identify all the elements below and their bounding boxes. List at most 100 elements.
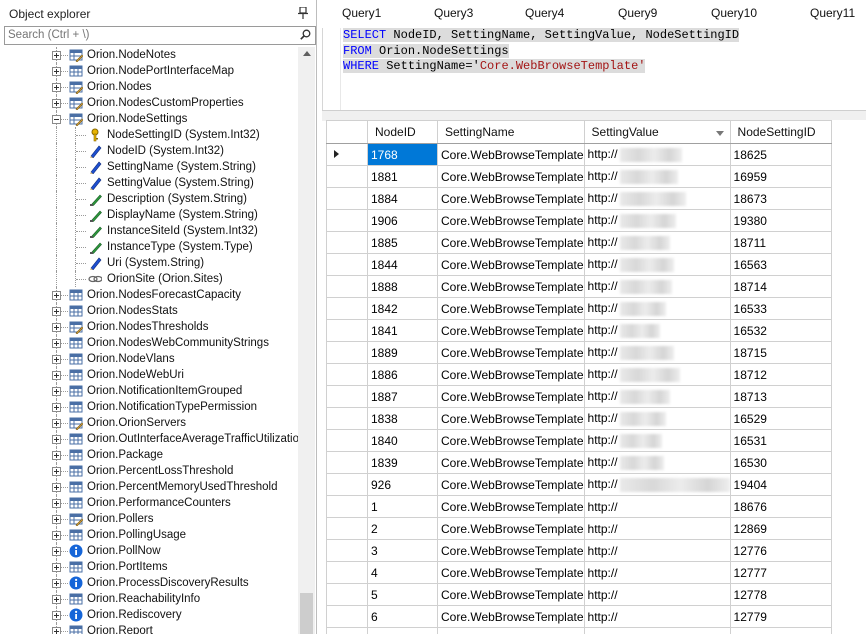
expand-icon[interactable] [52,531,61,540]
cell-settingvalue[interactable]: http:// [584,341,731,364]
expand-icon[interactable] [52,611,61,620]
tab-query4[interactable]: Query4 [525,6,564,20]
row-header[interactable] [326,253,368,276]
tab-query3[interactable]: Query3 [434,6,473,20]
tree-item[interactable]: Orion.NodesForecastCapacity [0,287,298,303]
scroll-thumb[interactable] [300,593,313,634]
expand-icon[interactable] [52,451,61,460]
table-row[interactable]: 1885 Core.WebBrowseTemplate http:// 18711 [326,231,832,254]
table-row[interactable]: 1886 Core.WebBrowseTemplate http:// 18712 [326,363,832,386]
tree-item[interactable]: Orion.PollNow [0,543,298,559]
tree-item[interactable]: Orion.Report [0,623,298,634]
cell-settingname[interactable]: Core.WebBrowseTemplate [437,407,585,430]
cell-settingvalue[interactable]: http:// [584,385,731,408]
tree-scrollbar[interactable] [298,47,315,634]
row-header[interactable] [326,451,368,474]
cell-settingname[interactable]: Core.WebBrowseTemplate [437,231,585,254]
cell-settingname[interactable]: Core.WebBrowseTemplate [437,297,585,320]
tree-item[interactable]: Orion.NodeWebUri [0,367,298,383]
tree-item[interactable]: InstanceSiteId (System.Int32) [0,223,298,239]
tree-item[interactable]: Orion.NodeNotes [0,47,298,63]
cell-settingvalue[interactable]: http:// [584,561,731,584]
cell-settingvalue[interactable]: http:// [584,209,731,232]
tree-item[interactable]: Orion.NodesStats [0,303,298,319]
tree-item[interactable]: Orion.OrionServers [0,415,298,431]
column-header-settingvalue[interactable]: SettingValue [584,120,731,144]
row-header[interactable] [326,187,368,210]
cell-nodesettingid[interactable]: 18711 [730,231,832,254]
cell-settingvalue[interactable]: http:// [584,517,731,540]
expand-icon[interactable] [52,579,61,588]
table-row[interactable]: 6 Core.WebBrowseTemplate http:// 12779 [326,605,832,628]
expand-icon[interactable] [52,499,61,508]
table-row[interactable]: 1839 Core.WebBrowseTemplate http:// 16530 [326,451,832,474]
cell-settingvalue[interactable]: http:// [584,253,731,276]
tree-item[interactable]: Description (System.String) [0,191,298,207]
cell-settingvalue[interactable]: http:// [584,583,731,606]
search-icon[interactable] [300,29,311,40]
cell-settingname[interactable]: Core.WebBrowseTemplate [437,473,585,496]
cell-nodeid[interactable]: 1844 [367,253,438,276]
row-header[interactable] [326,561,368,584]
table-row[interactable]: 1884 Core.WebBrowseTemplate http:// 18673 [326,187,832,210]
cell-nodeid[interactable]: 1885 [367,231,438,254]
cell-nodeid[interactable]: 1906 [367,209,438,232]
table-row[interactable]: 1768 Core.WebBrowseTemplate http:// 18625 [326,143,832,166]
cell-settingname[interactable]: Core.WebBrowseTemplate [437,253,585,276]
cell-nodeid[interactable]: 1889 [367,341,438,364]
tree-item[interactable]: Orion.NodeSettings [0,111,298,127]
tree-item[interactable]: Orion.OutInterfaceAverageTrafficUtilizat… [0,431,298,447]
expand-icon[interactable] [52,339,61,348]
expand-icon[interactable] [52,435,61,444]
table-row[interactable]: 1 Core.WebBrowseTemplate http:// 18676 [326,495,832,518]
expand-icon[interactable] [52,419,61,428]
cell-settingvalue[interactable]: http:// [584,319,731,342]
cell-settingvalue[interactable]: http:// [584,451,731,474]
tab-query10[interactable]: Query10 [711,6,757,20]
cell-nodeid[interactable]: 1887 [367,385,438,408]
tab-query1[interactable]: Query1 [342,6,381,20]
tree-item[interactable]: Orion.PollingUsage [0,527,298,543]
table-row[interactable]: 1887 Core.WebBrowseTemplate http:// 18713 [326,385,832,408]
tree-item[interactable]: DisplayName (System.String) [0,207,298,223]
table-row[interactable]: 1840 Core.WebBrowseTemplate http:// 16531 [326,429,832,452]
cell-settingname[interactable]: Core.WebBrowseTemplate [437,275,585,298]
cell-nodesettingid[interactable]: 12776 [730,539,832,562]
table-row[interactable]: 3 Core.WebBrowseTemplate http:// 12776 [326,539,832,562]
tree-item[interactable]: SettingValue (System.String) [0,175,298,191]
table-row[interactable]: 1889 Core.WebBrowseTemplate http:// 18715 [326,341,832,364]
cell-nodesettingid[interactable]: 16532 [730,319,832,342]
table-row[interactable]: 4 Core.WebBrowseTemplate http:// 12777 [326,561,832,584]
tree-item[interactable]: Orion.Nodes [0,79,298,95]
expand-icon[interactable] [52,467,61,476]
cell-nodeid[interactable]: 1840 [367,429,438,452]
expand-icon[interactable] [52,83,61,92]
cell-settingname[interactable]: Core.WebBrowseTemplate [437,495,585,518]
cell-settingname[interactable]: Core.WebBrowseTemplate [437,363,585,386]
search-field[interactable] [4,26,316,45]
column-header-nodeid[interactable]: NodeID [367,120,438,144]
table-row[interactable]: 1841 Core.WebBrowseTemplate http:// 16532 [326,319,832,342]
cell-nodesettingid[interactable]: 19404 [730,473,832,496]
expand-icon[interactable] [52,483,61,492]
row-header[interactable] [326,627,368,634]
row-header[interactable] [326,209,368,232]
row-header[interactable] [326,517,368,540]
cell-settingvalue[interactable]: http:// [584,539,731,562]
expand-icon[interactable] [52,515,61,524]
table-row[interactable]: 5 Core.WebBrowseTemplate http:// 12778 [326,583,832,606]
tree-item[interactable]: Orion.PerformanceCounters [0,495,298,511]
tree-item[interactable]: OrionSite (Orion.Sites) [0,271,298,287]
cell-nodesettingid[interactable]: 18713 [730,385,832,408]
cell-nodeid[interactable]: 1888 [367,275,438,298]
query-editor[interactable]: SELECT NodeID, SettingName, SettingValue… [322,28,866,110]
cell-nodeid[interactable]: 1 [367,495,438,518]
cell-settingname[interactable]: Core.WebBrowseTemplate [437,517,585,540]
table-row[interactable]: 2 Core.WebBrowseTemplate http:// 12869 [326,517,832,540]
cell-nodesettingid[interactable]: 16529 [730,407,832,430]
cell-nodeid[interactable]: 1768 [367,143,438,166]
tree-item[interactable]: Orion.NodeVlans [0,351,298,367]
pin-icon[interactable] [298,7,308,19]
tree-item[interactable]: NodeID (System.Int32) [0,143,298,159]
expand-icon[interactable] [52,291,61,300]
